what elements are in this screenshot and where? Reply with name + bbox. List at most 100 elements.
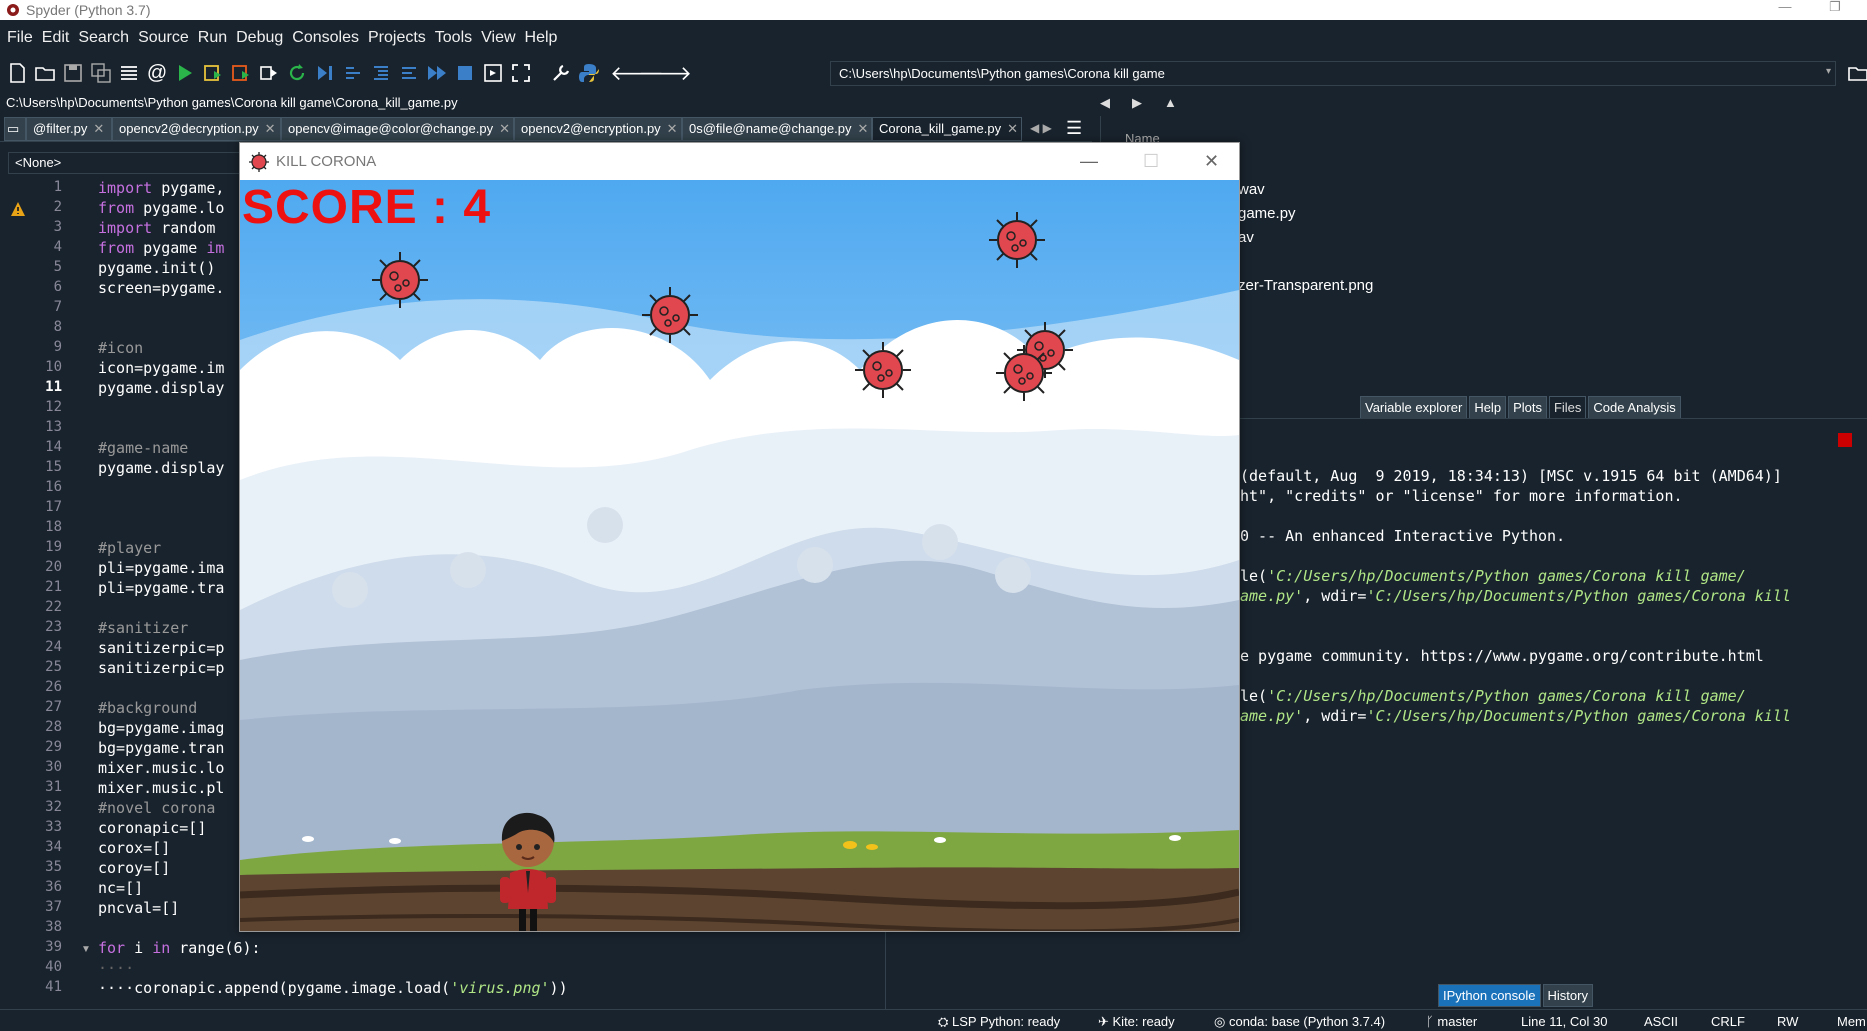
new-file-button[interactable] [4, 60, 30, 86]
tab-ipython-console[interactable]: IPython console [1438, 984, 1541, 1007]
code-line[interactable]: nc=[] [98, 879, 143, 897]
files-back-icon[interactable]: ◀ [1100, 95, 1118, 113]
open-file-button[interactable] [32, 60, 58, 86]
code-line[interactable]: icon=pygame.im [98, 359, 224, 377]
code-line[interactable]: mixer.music.lo [98, 759, 224, 777]
menu-source[interactable]: Source [134, 29, 194, 47]
menu-debug[interactable]: Debug [232, 29, 288, 47]
close-icon[interactable]: ✕ [857, 121, 868, 136]
symbol-finder-button[interactable]: @ [144, 60, 170, 86]
tab-history[interactable]: History [1542, 984, 1593, 1007]
fold-arrow-icon[interactable]: ▼ [81, 944, 91, 955]
browse-directory-button[interactable] [1845, 60, 1867, 86]
code-line[interactable]: sanitizerpic=p [98, 639, 224, 657]
preferences-button[interactable] [548, 60, 574, 86]
tab-opencv-image-color-change[interactable]: opencv@image@color@change.py ✕ [281, 117, 514, 141]
pythonpath-button[interactable] [576, 60, 602, 86]
tab-help[interactable]: Help [1469, 396, 1507, 419]
debug-button[interactable] [312, 60, 338, 86]
code-line[interactable]: from pygame.lo [98, 199, 224, 217]
run-selection-button[interactable] [256, 60, 282, 86]
step-return-button[interactable] [396, 60, 422, 86]
stop-debug-button[interactable] [452, 60, 478, 86]
code-comment[interactable]: #sanitizer [98, 619, 188, 637]
menu-consoles[interactable]: Consoles [288, 29, 364, 47]
game-window[interactable]: KILL CORONA — ☐ ✕ SCORE: 4 [239, 142, 1240, 932]
restore-button[interactable]: ❐ [1820, 0, 1850, 14]
game-close-button[interactable]: ✕ [1204, 151, 1219, 172]
code-line[interactable]: coroy=[] [98, 859, 170, 877]
game-canvas[interactable]: SCORE : 4 [240, 180, 1239, 931]
close-icon[interactable]: ✕ [667, 121, 678, 136]
code-comment[interactable]: #novel corona [98, 799, 215, 817]
close-icon[interactable]: ✕ [265, 121, 276, 136]
game-titlebar[interactable]: KILL CORONA — ☐ ✕ [240, 143, 1239, 180]
menu-view[interactable]: View [477, 29, 520, 47]
browse-tabs-button[interactable]: ▭ [4, 117, 26, 141]
code-line[interactable]: pli=pygame.tra [98, 579, 224, 597]
rerun-button[interactable] [284, 60, 310, 86]
menu-run[interactable]: Run [194, 29, 232, 47]
file-item[interactable]: av [1238, 229, 1254, 246]
game-minimize-button[interactable]: — [1080, 151, 1098, 172]
code-line[interactable]: import random [98, 219, 215, 237]
maximize-pane-button[interactable] [480, 60, 506, 86]
step-button[interactable] [340, 60, 366, 86]
code-line[interactable]: bg=pygame.imag [98, 719, 224, 737]
code-comment[interactable]: #player [98, 539, 161, 557]
tab-opencv2-decryption[interactable]: opencv2@decryption.py ✕ [112, 117, 281, 141]
file-switcher-button[interactable] [116, 60, 142, 86]
minimize-button[interactable]: — [1770, 0, 1800, 14]
close-icon[interactable]: ✕ [93, 121, 104, 136]
save-all-button[interactable] [88, 60, 114, 86]
game-maximize-button[interactable]: ☐ [1143, 151, 1159, 172]
menu-search[interactable]: Search [74, 29, 134, 47]
tab-os-file-name-change[interactable]: 0s@file@name@change.py ✕ [682, 117, 872, 141]
hamburger-menu-icon[interactable]: ☰ [1066, 118, 1082, 139]
code-line-current[interactable]: pygame.display [98, 379, 224, 397]
code-line[interactable]: screen=pygame. [98, 279, 224, 297]
save-button[interactable] [60, 60, 86, 86]
fullscreen-button[interactable] [508, 60, 534, 86]
menu-edit[interactable]: Edit [38, 29, 75, 47]
tab-plots[interactable]: Plots [1508, 396, 1547, 419]
code-comment[interactable]: #background [98, 699, 197, 717]
run-cell-button[interactable] [200, 60, 226, 86]
code-line[interactable]: pygame.init() [98, 259, 215, 277]
menu-file[interactable]: File [3, 29, 38, 47]
working-directory-combo[interactable]: C:\Users\hp\Documents\Python games\Coron… [830, 61, 1836, 86]
tab-opencv2-encryption[interactable]: opencv2@encryption.py ✕ [514, 117, 682, 141]
tab-scroll-icon[interactable]: ◀ ▶ [1030, 121, 1052, 135]
code-comment[interactable]: #game-name [98, 439, 188, 457]
menu-tools[interactable]: Tools [431, 29, 477, 47]
code-line[interactable]: ····coronapic.append(pygame.image.load('… [98, 979, 568, 997]
tab-code-analysis[interactable]: Code Analysis [1588, 396, 1681, 419]
close-icon[interactable]: ✕ [1007, 121, 1018, 136]
code-line[interactable]: coronapic=[] [98, 819, 206, 837]
code-line[interactable]: from pygame im [98, 239, 224, 257]
files-forward-icon[interactable]: ▶ [1132, 95, 1150, 113]
close-icon[interactable]: ✕ [499, 121, 510, 136]
code-line[interactable]: pli=pygame.ima [98, 559, 224, 577]
code-line[interactable]: ···· [98, 959, 134, 977]
tab-filter[interactable]: @filter.py ✕ [26, 117, 112, 141]
code-line[interactable]: bg=pygame.tran [98, 739, 224, 757]
run-file-button[interactable] [172, 60, 198, 86]
menu-help[interactable]: Help [521, 29, 563, 47]
class-selector[interactable]: <None> [8, 152, 240, 174]
code-line[interactable]: pygame.display [98, 459, 224, 477]
step-into-button[interactable] [368, 60, 394, 86]
code-comment[interactable]: #icon [98, 339, 143, 357]
tab-variable-explorer[interactable]: Variable explorer [1360, 396, 1468, 419]
file-item[interactable]: wav [1238, 181, 1265, 198]
file-item[interactable]: zer-Transparent.png [1238, 277, 1373, 294]
files-up-icon[interactable]: ▲ [1164, 95, 1182, 113]
menu-projects[interactable]: Projects [364, 29, 431, 47]
code-line[interactable]: import pygame, [98, 179, 224, 197]
code-line[interactable]: mixer.music.pl [98, 779, 224, 797]
code-line[interactable]: corox=[] [98, 839, 170, 857]
run-cell-advance-button[interactable] [228, 60, 254, 86]
forward-button[interactable]: 🡒 [638, 60, 692, 86]
file-item[interactable]: game.py [1238, 205, 1296, 222]
tab-files[interactable]: Files [1548, 396, 1587, 419]
